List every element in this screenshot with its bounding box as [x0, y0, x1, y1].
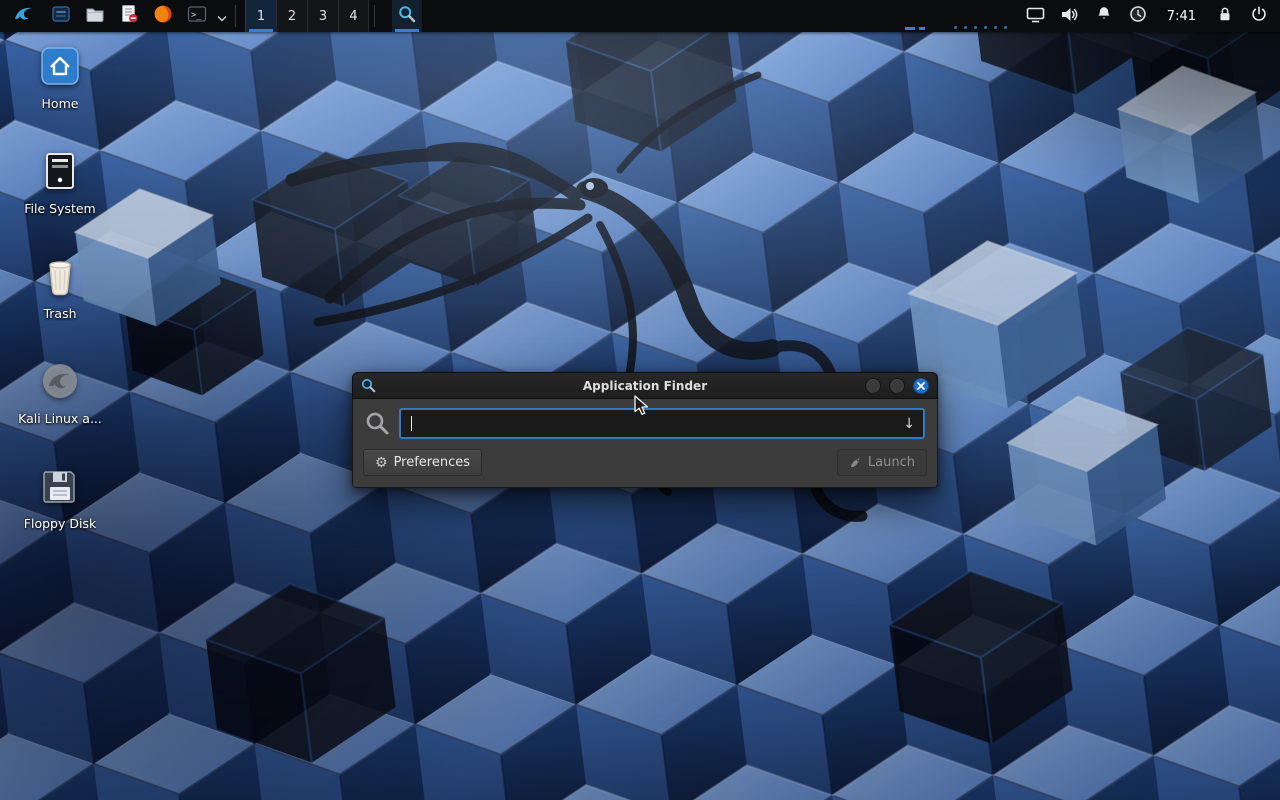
desktop-icon-trash[interactable]: Trash	[10, 252, 110, 321]
workspace-1[interactable]: 1	[245, 0, 276, 32]
workspace-switcher: 1 2 3 4	[245, 0, 369, 32]
dragon-eye-highlight	[586, 182, 594, 190]
desktop-icon-label: Home	[42, 96, 79, 111]
search-entry[interactable]: ↓	[399, 408, 925, 439]
firefox-launcher[interactable]	[146, 0, 180, 32]
workspace-4-label: 4	[349, 9, 357, 24]
preferences-button-label: Preferences	[394, 455, 470, 470]
volume-icon	[1060, 5, 1079, 28]
gear-icon: ⚙	[375, 456, 388, 470]
desktop-icon-file-system[interactable]: File System	[10, 147, 110, 216]
desktop-icon-home[interactable]: Home	[10, 42, 110, 111]
file-manager-icon	[51, 4, 71, 28]
appfinder-task-button[interactable]	[392, 0, 422, 32]
status-circle-icon	[1129, 5, 1147, 27]
display-icon	[1026, 5, 1045, 28]
display-settings-tray-button[interactable]	[1019, 0, 1053, 32]
kali-file-icon	[36, 357, 84, 405]
terminal-icon: >_	[187, 4, 207, 28]
power-icon	[1250, 5, 1268, 27]
desktop-icon-floppy-disk[interactable]: Floppy Disk	[10, 462, 110, 531]
file-manager-launcher[interactable]	[44, 0, 78, 32]
trash-icon	[36, 252, 84, 300]
logout-tray-button[interactable]	[1242, 0, 1276, 32]
workspace-2[interactable]: 2	[276, 0, 307, 32]
dialog-body: ↓ ⚙ Preferences Launch	[352, 399, 938, 488]
desktop-icon-kali-linux[interactable]: Kali Linux a...	[10, 357, 110, 426]
chevron-down-icon	[217, 7, 227, 26]
window-indicator-dashes	[905, 27, 925, 30]
workspace-1-label: 1	[257, 9, 265, 24]
appfinder-window-icon	[361, 378, 376, 393]
volume-tray-button[interactable]	[1053, 0, 1087, 32]
launch-button[interactable]: Launch	[837, 449, 927, 476]
screen-lock-tray-button[interactable]	[1208, 0, 1242, 32]
window-title: Application Finder	[353, 379, 937, 393]
top-panel: >_ 1 2 3 4	[0, 0, 1280, 32]
lock-icon	[1216, 5, 1234, 27]
search-input[interactable]	[401, 410, 923, 437]
svg-text:>_: >_	[191, 11, 202, 21]
floppy-disk-icon	[36, 462, 84, 510]
launch-icon	[849, 456, 862, 469]
text-caret	[411, 416, 412, 431]
desktop-icon-label: File System	[24, 201, 96, 216]
panel-separator	[235, 5, 236, 27]
panel-separator	[374, 5, 375, 27]
desktop-icon-label: Trash	[43, 306, 76, 321]
status-tray-button[interactable]	[1121, 0, 1155, 32]
kali-logo-icon	[13, 3, 35, 29]
appfinder-task-icon	[398, 5, 416, 27]
maximize-button[interactable]	[889, 378, 905, 394]
text-editor-icon	[119, 4, 139, 28]
dotted-separator	[954, 26, 1007, 32]
close-icon	[917, 382, 925, 390]
titlebar[interactable]: Application Finder	[352, 372, 938, 399]
dropdown-arrow-icon[interactable]: ↓	[903, 417, 915, 431]
workspace-3[interactable]: 3	[307, 0, 338, 32]
close-button[interactable]	[913, 378, 929, 394]
terminal-dropdown-button[interactable]	[214, 0, 230, 32]
terminal-launcher[interactable]: >_	[180, 0, 214, 32]
notifications-tray-button[interactable]	[1087, 0, 1121, 32]
clock[interactable]: 7:41	[1155, 9, 1208, 24]
desktop-icon-label: Floppy Disk	[24, 516, 96, 531]
folder-launcher[interactable]	[78, 0, 112, 32]
firefox-icon	[153, 4, 173, 28]
system-tray: 7:41	[905, 0, 1276, 32]
workspace-3-label: 3	[319, 9, 327, 24]
launch-button-label: Launch	[868, 455, 915, 470]
kali-menu-button[interactable]	[4, 0, 44, 32]
minimize-button[interactable]	[865, 378, 881, 394]
workspace-2-label: 2	[288, 9, 296, 24]
home-folder-icon	[36, 42, 84, 90]
folder-icon	[85, 4, 105, 28]
desktop-icon-column: Home File System Trash	[10, 42, 110, 531]
file-system-icon	[36, 147, 84, 195]
search-icon	[365, 411, 390, 436]
preferences-button[interactable]: ⚙ Preferences	[363, 449, 482, 476]
text-editor-launcher[interactable]	[112, 0, 146, 32]
application-finder-window: Application Finder	[352, 372, 938, 488]
desktop-icon-label: Kali Linux a...	[18, 411, 102, 426]
workspace-4[interactable]: 4	[338, 0, 369, 32]
bell-icon	[1095, 5, 1113, 27]
